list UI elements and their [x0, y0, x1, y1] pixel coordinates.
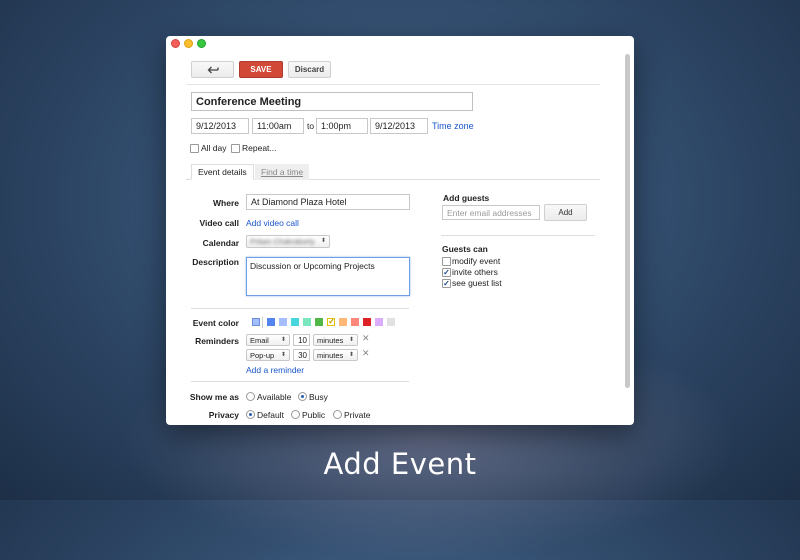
color-swatch[interactable]	[387, 318, 395, 326]
privacy-public-label: Public	[302, 410, 326, 420]
see-guest-list-checkbox[interactable]: ✓	[442, 279, 451, 288]
privacy-default-radio[interactable]	[246, 410, 255, 419]
color-swatch[interactable]	[267, 318, 275, 326]
add-reminder-link[interactable]: Add a reminder	[246, 365, 304, 375]
repeat-checkbox[interactable]	[231, 144, 240, 153]
color-swatch-default[interactable]	[252, 318, 260, 326]
invite-others-checkbox[interactable]: ✓	[442, 268, 451, 277]
reminder-unit-select[interactable]: minutes ⬍	[313, 349, 358, 361]
reminder-unit-select[interactable]: minutes ⬍	[313, 334, 358, 346]
chevron-updown-icon: ⬍	[280, 352, 286, 358]
color-swatch[interactable]	[363, 318, 371, 326]
end-time-input[interactable]: 1:00pm	[316, 118, 368, 134]
add-guests-label: Add guests	[443, 193, 490, 203]
show-me-as-label: Show me as	[189, 392, 239, 402]
color-swatch[interactable]	[279, 318, 287, 326]
back-arrow-icon	[207, 66, 219, 73]
save-button[interactable]: SAVE	[239, 61, 283, 78]
swatch-divider	[262, 317, 263, 328]
color-swatch[interactable]	[375, 318, 383, 326]
see-guest-list-label: see guest list	[452, 278, 502, 288]
guests-divider	[441, 235, 595, 236]
reminders-label: Reminders	[195, 336, 239, 346]
guest-email-input[interactable]	[442, 205, 540, 220]
description-label: Description	[192, 257, 239, 267]
reminder-value-input[interactable]: 30	[293, 349, 310, 361]
color-swatch[interactable]	[339, 318, 347, 326]
reminders-divider	[191, 381, 409, 382]
maximize-window-icon[interactable]	[197, 39, 206, 48]
caption-title: Add Event	[323, 447, 477, 481]
where-label: Where	[213, 198, 239, 208]
window-controls	[171, 39, 206, 48]
close-window-icon[interactable]	[171, 39, 180, 48]
checkmark-icon: ✓	[328, 316, 336, 326]
event-color-label: Event color	[192, 318, 239, 328]
available-label: Available	[257, 392, 292, 402]
reminder-unit-value: minutes	[317, 350, 344, 360]
back-button[interactable]	[191, 61, 234, 78]
chevron-updown-icon: ⬍	[348, 352, 354, 358]
remove-reminder-icon[interactable]: ✕	[362, 348, 370, 359]
reminder-method-value: Email	[250, 335, 269, 345]
all-day-checkbox[interactable]	[190, 144, 199, 153]
start-date-input[interactable]: 9/12/2013	[191, 118, 249, 134]
start-time-input[interactable]: 11:00am	[252, 118, 304, 134]
add-video-call-link[interactable]: Add video call	[246, 218, 299, 228]
video-call-label: Video call	[199, 218, 239, 228]
to-label: to	[307, 121, 315, 131]
minimize-window-icon[interactable]	[184, 39, 193, 48]
scrollbar[interactable]	[625, 54, 630, 388]
description-textarea[interactable]	[246, 257, 410, 296]
calendar-label: Calendar	[202, 238, 239, 248]
end-date-input[interactable]: 9/12/2013	[370, 118, 428, 134]
privacy-label: Privacy	[208, 410, 239, 420]
app-window: SAVE Discard Conference Meeting 9/12/201…	[166, 36, 634, 425]
chevron-updown-icon: ⬍	[280, 337, 286, 343]
privacy-private-radio[interactable]	[333, 410, 342, 419]
reminder-value-input[interactable]: 10	[293, 334, 310, 346]
reminder-method-select[interactable]: Pop-up ⬍	[246, 349, 290, 361]
privacy-private-label: Private	[344, 410, 371, 420]
privacy-default-label: Default	[257, 410, 284, 420]
repeat-label: Repeat...	[242, 143, 277, 153]
busy-label: Busy	[309, 392, 328, 402]
color-swatch[interactable]	[303, 318, 311, 326]
calendar-select-value: Pritam Chakraborty	[250, 237, 315, 246]
event-title-input[interactable]: Conference Meeting	[191, 92, 473, 111]
where-input[interactable]: At Diamond Plaza Hotel	[246, 194, 410, 210]
chevron-updown-icon: ⬍	[348, 337, 354, 343]
guests-can-label: Guests can	[442, 244, 488, 254]
remove-reminder-icon[interactable]: ✕	[362, 333, 370, 344]
tab-find-a-time[interactable]: Find a time	[255, 164, 310, 180]
reminder-method-select[interactable]: Email ⬍	[246, 334, 290, 346]
privacy-public-radio[interactable]	[291, 410, 300, 419]
color-swatch[interactable]	[315, 318, 323, 326]
details-divider	[191, 308, 409, 309]
color-swatch[interactable]	[291, 318, 299, 326]
busy-radio[interactable]	[298, 392, 307, 401]
modify-event-checkbox[interactable]	[442, 257, 451, 266]
chevron-updown-icon: ⬍	[320, 238, 326, 244]
color-swatch[interactable]: ✓	[327, 316, 336, 326]
modify-event-label: modify event	[452, 256, 501, 266]
time-zone-link[interactable]: Time zone	[432, 121, 474, 131]
invite-others-label: invite others	[452, 267, 498, 277]
available-radio[interactable]	[246, 392, 255, 401]
toolbar-divider	[186, 84, 600, 85]
color-swatch[interactable]	[351, 318, 359, 326]
calendar-select[interactable]: Pritam Chakraborty ⬍	[246, 235, 330, 248]
reminder-method-value: Pop-up	[250, 350, 275, 360]
all-day-label: All day	[201, 143, 227, 153]
add-guest-button[interactable]: Add	[544, 204, 587, 221]
reminder-unit-value: minutes	[317, 335, 344, 345]
discard-button[interactable]: Discard	[288, 61, 331, 78]
tab-event-details[interactable]: Event details	[191, 164, 254, 180]
